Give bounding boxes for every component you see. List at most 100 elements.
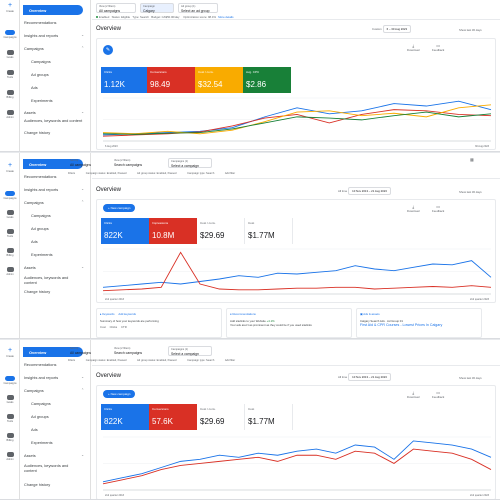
- nav-sub-experiments[interactable]: Experiments: [31, 440, 53, 445]
- nav-audiences[interactable]: Audiences, keywords and content: [24, 275, 74, 285]
- rail-admin[interactable]: Admin: [0, 110, 20, 119]
- show-last-30-link[interactable]: Show last 30 days: [459, 190, 482, 194]
- show-last-30-link[interactable]: Show last 30 days: [459, 376, 482, 380]
- nav-sub-adgroups[interactable]: Ad groups: [31, 226, 49, 231]
- ads-assets-card[interactable]: ▣ Ads & assets Calgary Search Ads · Ad G…: [356, 308, 482, 338]
- date-range[interactable]: All time 10 Nov 2013 – 21 Aug 2023: [338, 187, 391, 195]
- nav-change-history[interactable]: Change history: [24, 482, 50, 487]
- chevron-down-icon[interactable]: ⌄: [81, 33, 84, 37]
- chevron-up-icon[interactable]: ⌃: [81, 200, 84, 204]
- new-campaign-button[interactable]: + New campaign: [103, 390, 136, 398]
- metric-tile-cost[interactable]: Cost $1.77M: [245, 218, 293, 244]
- nav-sub-campaigns[interactable]: Campaigns: [31, 401, 51, 406]
- campaign-type-selector[interactable]: View (2 filters) Search campaigns: [112, 158, 162, 168]
- download-button[interactable]: ⤓ Download: [407, 204, 419, 213]
- metric-tile-cost-conv[interactable]: Cost / conv. $29.69: [197, 404, 245, 430]
- add-filter[interactable]: Add filter: [225, 359, 235, 362]
- rail-billing[interactable]: Billing: [0, 248, 20, 257]
- metric-tile-impressions[interactable]: Impressions 10.8M: [149, 218, 197, 244]
- chevron-down-icon[interactable]: ⌄: [81, 453, 84, 457]
- adgroup-selector[interactable]: Ad group (1) Select an ad group: [178, 3, 218, 13]
- nav-campaigns[interactable]: Campaigns: [24, 200, 44, 205]
- nav-insights[interactable]: Insights and reports: [24, 375, 58, 380]
- campaign-selector[interactable]: Campaigns (1) Select a campaign: [168, 158, 212, 168]
- feedback-button[interactable]: ▭ Feedback: [432, 390, 444, 399]
- metric-tile-clicks[interactable]: Clicks 822K: [101, 218, 149, 244]
- filter-chip[interactable]: Ad group status: Enabled, Paused: [137, 359, 176, 362]
- nav-sub-adgroups[interactable]: Ad groups: [31, 72, 49, 77]
- rail-goals[interactable]: Goals: [0, 50, 20, 59]
- rail-tools[interactable]: Tools: [0, 414, 20, 423]
- nav-recommendations[interactable]: Recommendations: [24, 20, 56, 25]
- nav-sub-experiments[interactable]: Experiments: [31, 252, 53, 257]
- filter-chip[interactable]: Filters: [68, 359, 75, 362]
- nav-audiences[interactable]: Audiences, keywords and content: [24, 118, 82, 123]
- nav-sub-campaigns[interactable]: Campaigns: [31, 213, 51, 218]
- add-keywords-link[interactable]: Add keywords: [118, 312, 136, 316]
- rail-campaigns[interactable]: Campaigns: [0, 376, 20, 385]
- edit-pencil-icon[interactable]: ✎: [103, 45, 113, 55]
- nav-recommendations[interactable]: Recommendations: [24, 362, 56, 367]
- feedback-button[interactable]: ▭ Feedback: [432, 43, 444, 52]
- view-selector[interactable]: Sort by All campaigns: [68, 158, 108, 168]
- nav-assets[interactable]: Assets: [24, 453, 36, 458]
- filter-chip[interactable]: Campaign status: Enabled, Paused: [86, 359, 127, 362]
- rail-goals[interactable]: Goals: [0, 395, 20, 404]
- filter-chip[interactable]: Campaign type: Search: [187, 359, 214, 362]
- campaign-type-selector[interactable]: View (2 filters) Search campaigns: [112, 346, 162, 356]
- add-filter[interactable]: Add filter: [225, 172, 235, 175]
- nav-audiences[interactable]: Audiences, keywords and content: [24, 463, 74, 473]
- campaign-selector[interactable]: Campaigns (1) Select a campaign: [168, 346, 212, 356]
- nav-assets[interactable]: Assets: [24, 110, 36, 115]
- chevron-up-icon[interactable]: ⌃: [81, 388, 84, 392]
- recommendations-card[interactable]: ● Recommendations Add sitelinks to your …: [226, 308, 352, 338]
- campaign-selector[interactable]: Campaign Calgary: [140, 3, 174, 13]
- chevron-up-icon[interactable]: ⌃: [81, 46, 84, 50]
- bulk-actions-button[interactable]: ▦: [470, 157, 474, 162]
- view-selector[interactable]: View (2 filters) All campaigns: [96, 3, 136, 13]
- download-button[interactable]: ⤓ Download: [407, 43, 419, 52]
- metric-tile-cost-conv[interactable]: Cost / conv. $29.69: [197, 218, 245, 244]
- rail-billing[interactable]: Billing: [0, 433, 20, 442]
- nav-sub-adgroups[interactable]: Ad groups: [31, 414, 49, 419]
- rail-campaigns[interactable]: Campaigns: [0, 30, 20, 39]
- keywords-card[interactable]: ▸ Keywords Add keywords Summary of how y…: [96, 308, 222, 338]
- metric-tile-conversions[interactable]: Conversions 98.49: [147, 67, 195, 93]
- feedback-button[interactable]: ▭ Feedback: [432, 204, 444, 213]
- nav-change-history[interactable]: Change history: [24, 289, 50, 294]
- show-last-30-link[interactable]: Show last 30 days: [459, 28, 482, 32]
- nav-insights[interactable]: Insights and reports: [24, 33, 58, 38]
- nav-insights[interactable]: Insights and reports: [24, 187, 58, 192]
- download-button[interactable]: ⤓ Download: [407, 390, 419, 399]
- metric-tile-cost[interactable]: Cost $1.77M: [245, 404, 293, 430]
- more-details-link[interactable]: More details: [218, 15, 233, 19]
- nav-overview[interactable]: Overview: [23, 5, 83, 15]
- rail-create[interactable]: + Create: [0, 2, 20, 13]
- nav-campaigns[interactable]: Campaigns: [24, 46, 44, 51]
- filter-chip[interactable]: Ad group status: Enabled, Paused: [137, 172, 176, 175]
- rail-create[interactable]: + Create: [0, 162, 20, 173]
- rail-admin[interactable]: Admin: [0, 267, 20, 276]
- nav-recommendations[interactable]: Recommendations: [24, 174, 56, 179]
- nav-assets[interactable]: Assets: [24, 265, 36, 270]
- chevron-down-icon[interactable]: ⌄: [81, 375, 84, 379]
- ad-headline[interactable]: First Aid & CPR Courses - Lowest Prices …: [360, 323, 478, 327]
- view-selector[interactable]: Sort by All campaigns: [68, 346, 108, 356]
- rail-billing[interactable]: Billing: [0, 90, 20, 99]
- nav-sub-ads[interactable]: Ads: [31, 85, 38, 90]
- nav-sub-ads[interactable]: Ads: [31, 239, 38, 244]
- rail-tools[interactable]: Tools: [0, 70, 20, 79]
- rail-create[interactable]: + Create: [0, 347, 20, 358]
- metric-tile-clicks[interactable]: Clicks 822K: [101, 404, 149, 430]
- chevron-down-icon[interactable]: ⌄: [81, 265, 84, 269]
- nav-sub-campaigns[interactable]: Campaigns: [31, 59, 51, 64]
- chevron-down-icon[interactable]: ⌄: [81, 187, 84, 191]
- nav-change-history[interactable]: Change history: [24, 130, 50, 135]
- filter-chip[interactable]: Filters: [68, 172, 75, 175]
- new-campaign-button[interactable]: + New campaign: [103, 204, 136, 212]
- metric-tile-conversions[interactable]: Conversions 57.6K: [149, 404, 197, 430]
- filter-chip[interactable]: Campaign status: Enabled, Paused: [86, 172, 127, 175]
- filter-chip[interactable]: Campaign type: Search: [187, 172, 214, 175]
- rail-tools[interactable]: Tools: [0, 229, 20, 238]
- date-range[interactable]: All time 10 Nov 2013 – 21 Aug 2023: [338, 373, 391, 381]
